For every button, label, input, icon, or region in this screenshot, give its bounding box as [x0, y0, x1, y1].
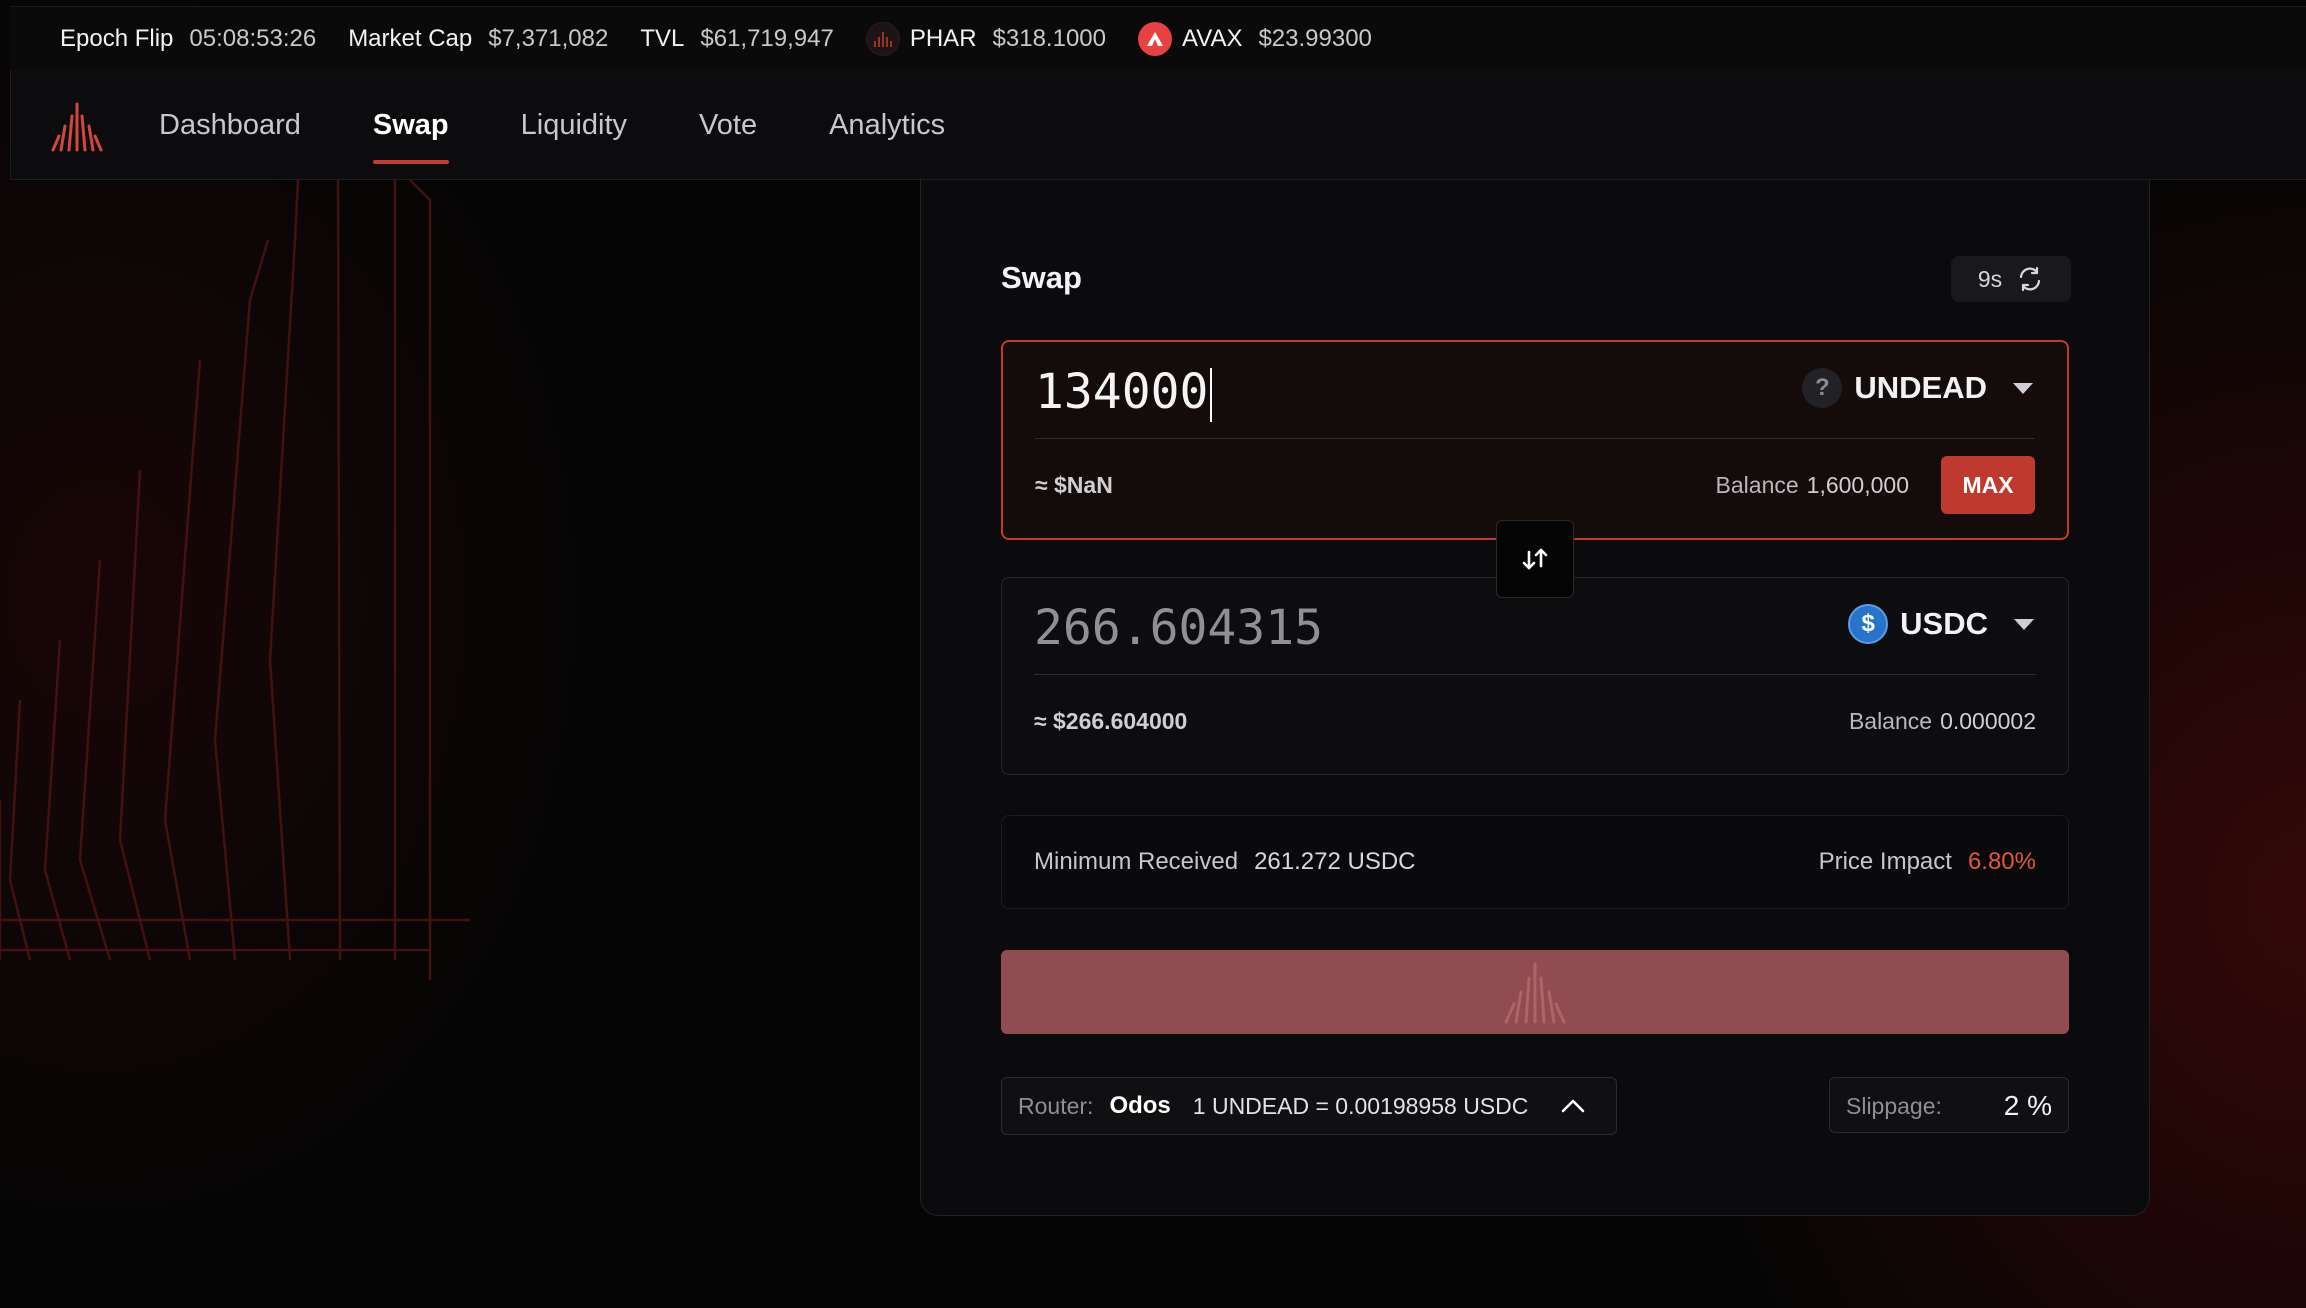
- tvl: TVL $61,719,947: [640, 25, 833, 53]
- divider: [1035, 438, 2035, 439]
- nav-analytics[interactable]: Analytics: [829, 70, 945, 180]
- to-balance-value: 0.000002: [1940, 708, 2036, 734]
- from-amount-input[interactable]: 134000: [1035, 364, 1213, 422]
- from-token-symbol: UNDEAD: [1854, 370, 1987, 405]
- refresh-icon: [2020, 266, 2041, 292]
- router-label: Router:: [1018, 1092, 1094, 1119]
- swap-arrows-icon: [1522, 548, 1548, 570]
- from-amount-value: 134000: [1035, 364, 1209, 420]
- epoch-flip-label: Epoch Flip: [60, 24, 174, 52]
- from-balance-value: 1,600,000: [1806, 472, 1909, 498]
- minimum-received-label: Minimum Received: [1034, 848, 1239, 875]
- nav-links: Dashboard Swap Liquidity Vote Analytics: [159, 70, 1017, 180]
- swap-title: Swap: [1001, 260, 1082, 295]
- avax-value: $23.99300: [1258, 24, 1372, 52]
- nav-swap[interactable]: Swap: [372, 70, 449, 180]
- to-token-box: 266.604315 $ USDC ≈ $266.604000 Balance 0…: [1001, 577, 2069, 775]
- usdc-icon: $: [1848, 604, 1889, 644]
- swap-panel: Swap 9s 134000 ? UNDEAD ≈ $NaN Balance 1,…: [920, 180, 2150, 1216]
- router-name: Odos: [1109, 1092, 1171, 1119]
- ticker-bar: Epoch Flip 05:08:53:26 Market Cap $7,371…: [10, 6, 2306, 70]
- max-button[interactable]: MAX: [1941, 456, 2035, 514]
- nav-liquidity[interactable]: Liquidity: [521, 70, 627, 180]
- epoch-flip: Epoch Flip 05:08:53:26: [60, 25, 316, 53]
- avax-price: AVAX $23.99300: [1137, 21, 1372, 56]
- price-impact-label: Price Impact: [1818, 848, 1952, 875]
- slippage-setting[interactable]: Slippage: 2 %: [1829, 1077, 2069, 1133]
- pharaoh-logo-icon[interactable]: [47, 100, 107, 152]
- price-impact: Price Impact 6.80%: [1819, 848, 2036, 876]
- tvl-label: TVL: [640, 24, 685, 52]
- swap-submit-button[interactable]: [1001, 950, 2069, 1034]
- market-cap-value: $7,371,082: [488, 24, 609, 52]
- nav-dashboard[interactable]: Dashboard: [159, 70, 301, 180]
- to-balance: Balance 0.000002: [1849, 708, 2036, 735]
- slippage-value[interactable]: 2 %: [2004, 1090, 2052, 1122]
- nav-vote[interactable]: Vote: [699, 70, 757, 180]
- minimum-received-value: 261.272 USDC: [1254, 848, 1416, 875]
- router-info[interactable]: Router: Odos 1 UNDEAD = 0.00198958 USDC: [1001, 1077, 1617, 1135]
- from-usd-value: ≈ $NaN: [1035, 472, 1113, 498]
- to-token-symbol: USDC: [1900, 606, 1988, 641]
- from-balance-label: Balance: [1715, 472, 1799, 498]
- avax-icon: [1137, 21, 1172, 56]
- price-impact-value: 6.80%: [1967, 848, 2036, 875]
- text-caret: [1210, 368, 1213, 422]
- epoch-flip-value: 05:08:53:26: [189, 24, 317, 52]
- market-cap-label: Market Cap: [348, 24, 473, 52]
- minimum-received: Minimum Received 261.272 USDC: [1034, 848, 1416, 876]
- top-nav: Dashboard Swap Liquidity Vote Analytics: [10, 70, 2306, 180]
- swap-direction-button[interactable]: [1496, 520, 1574, 598]
- phar-price: PHAR $318.1000: [865, 21, 1106, 56]
- to-token-select[interactable]: $ USDC: [1848, 604, 2034, 644]
- avax-label: AVAX: [1181, 24, 1243, 52]
- refresh-button[interactable]: 9s: [1951, 256, 2071, 302]
- from-balance: Balance 1,600,000: [1716, 472, 1909, 499]
- divider: [1034, 674, 2036, 675]
- to-balance-label: Balance: [1848, 708, 1933, 734]
- decorative-lines: [0, 180, 470, 980]
- swap-info: Minimum Received 261.272 USDC Price Impac…: [1001, 815, 2069, 909]
- phar-icon: [865, 21, 900, 56]
- exchange-rate: 1 UNDEAD = 0.00198958 USDC: [1192, 1092, 1529, 1119]
- phar-label: PHAR: [909, 24, 977, 52]
- phar-value: $318.1000: [992, 24, 1106, 52]
- market-cap: Market Cap $7,371,082: [348, 25, 608, 53]
- from-token-select[interactable]: ? UNDEAD: [1802, 368, 2033, 408]
- question-icon: ?: [1802, 368, 1843, 408]
- slippage-label: Slippage:: [1846, 1093, 1942, 1119]
- tvl-value: $61,719,947: [700, 24, 834, 52]
- chevron-down-icon: [2014, 618, 2034, 630]
- chevron-down-icon: [2013, 382, 2033, 394]
- to-usd-value: ≈ $266.604000: [1034, 708, 1188, 734]
- to-amount-output: 266.604315: [1034, 600, 1323, 656]
- refresh-countdown: 9s: [1977, 265, 2003, 292]
- from-token-box: 134000 ? UNDEAD ≈ $NaN Balance 1,600,000 …: [1001, 340, 2069, 540]
- loading-logo-icon: [1504, 962, 1566, 1024]
- chevron-up-icon[interactable]: [1560, 1096, 1586, 1116]
